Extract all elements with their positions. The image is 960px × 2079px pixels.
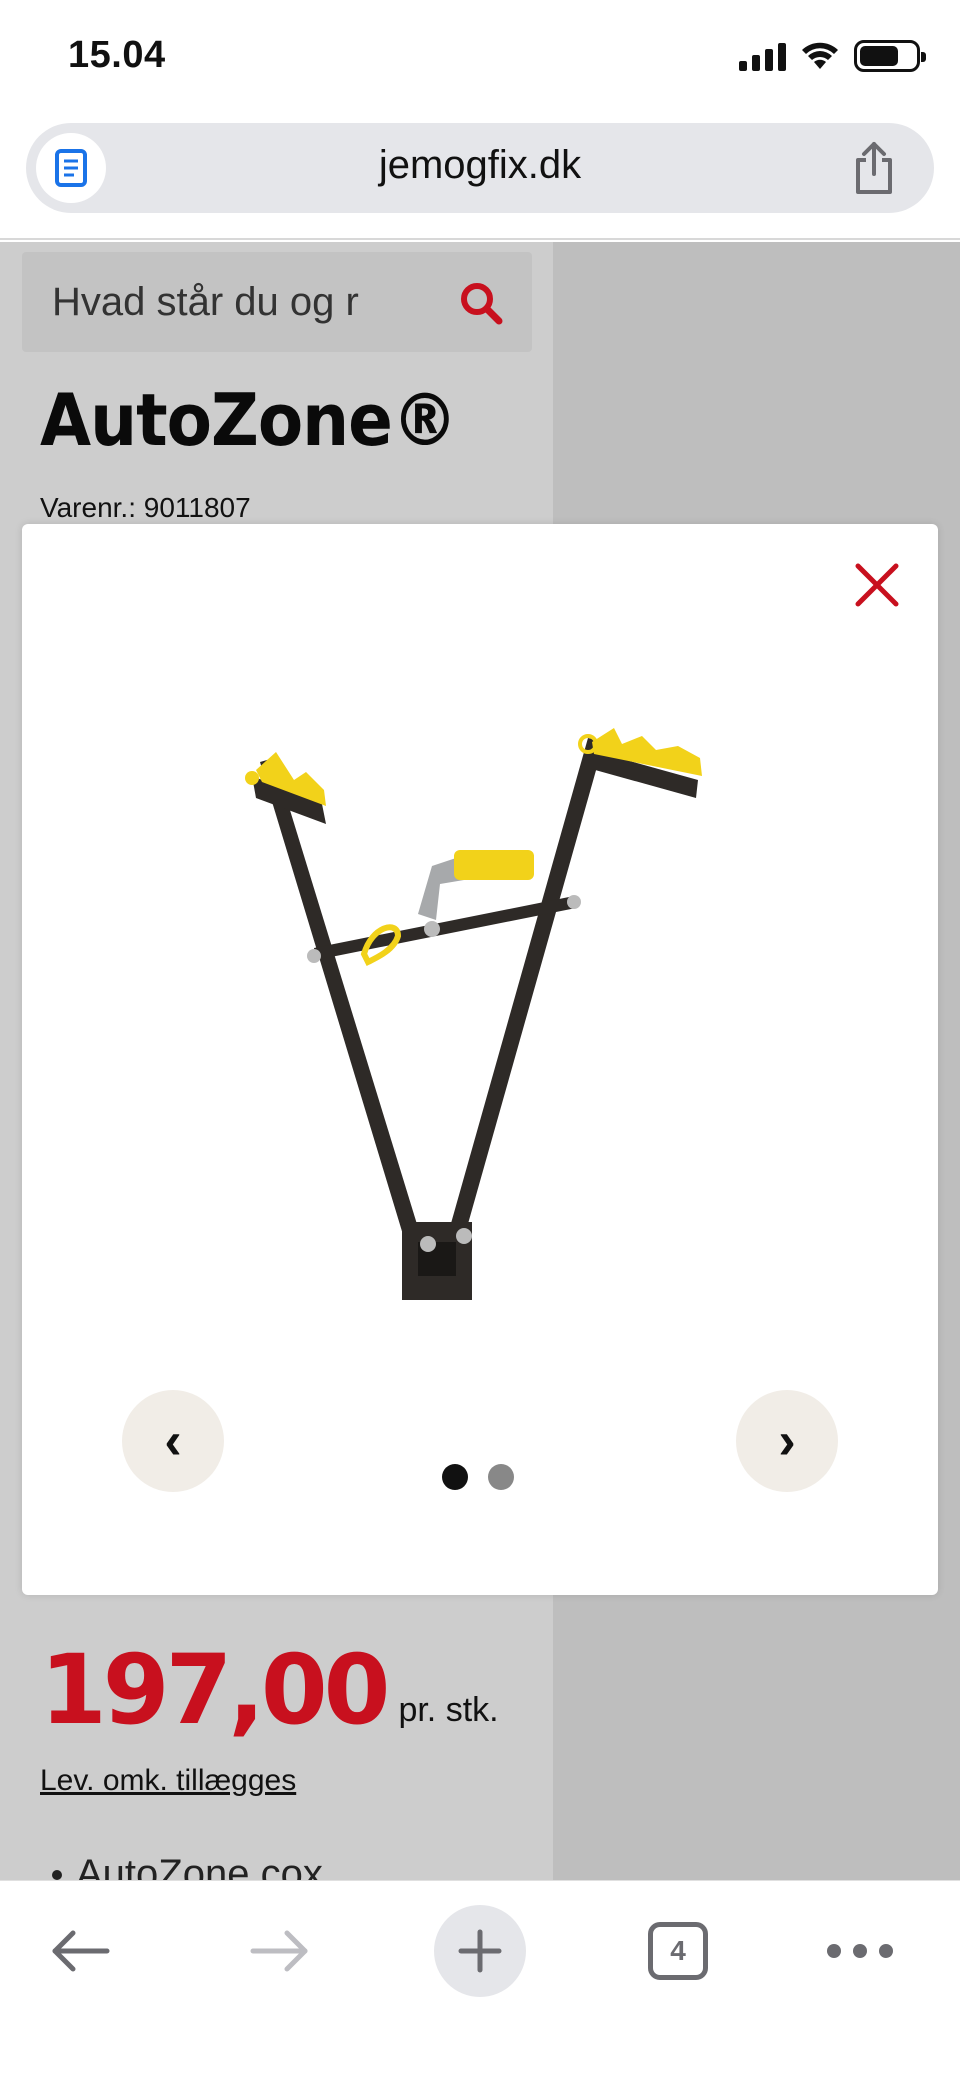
bike-rack-product-image	[245, 728, 702, 1300]
share-icon[interactable]	[846, 139, 902, 197]
url-text[interactable]: jemogfix.dk	[26, 143, 934, 188]
price-row: 197,00 pr. stk.	[40, 1642, 499, 1738]
signal-icon	[739, 41, 786, 71]
pagination-dot-2[interactable]	[488, 1464, 514, 1490]
more-icon[interactable]	[812, 1903, 908, 1999]
status-bar: 15.04	[0, 0, 960, 120]
pagination-dot-1[interactable]	[442, 1464, 468, 1490]
next-image-button[interactable]: ›	[736, 1390, 838, 1492]
battery-icon	[854, 40, 926, 72]
status-time: 15.04	[68, 34, 166, 76]
status-icons	[739, 40, 926, 72]
search-box[interactable]: Hvad står du og r	[22, 252, 532, 352]
search-icon[interactable]	[458, 280, 504, 326]
image-gallery-modal: ‹ ›	[22, 524, 938, 1595]
delivery-cost-link[interactable]: Lev. omk. tillægges	[40, 1764, 296, 1798]
address-bar[interactable]: jemogfix.dk	[26, 123, 934, 213]
back-arrow-icon[interactable]	[32, 1903, 128, 1999]
previous-image-button[interactable]: ‹	[122, 1390, 224, 1492]
tabs-button[interactable]: 4	[630, 1903, 726, 1999]
product-title: AutoZone®	[40, 378, 458, 463]
price-unit: pr. stk.	[398, 1691, 499, 1729]
product-sku: Varenr.: 9011807	[40, 492, 251, 523]
search-input[interactable]: Hvad står du og r	[52, 280, 442, 325]
wifi-icon	[802, 42, 838, 69]
browser-address-area: jemogfix.dk	[0, 120, 960, 240]
price: 197,00	[40, 1634, 390, 1746]
gallery-pagination-dots	[442, 1464, 514, 1490]
tab-count: 4	[648, 1922, 708, 1980]
plus-icon[interactable]	[434, 1905, 526, 1997]
browser-toolbar: 4	[0, 1880, 960, 2079]
close-icon[interactable]	[852, 560, 902, 610]
forward-arrow-icon[interactable]	[232, 1903, 328, 1999]
